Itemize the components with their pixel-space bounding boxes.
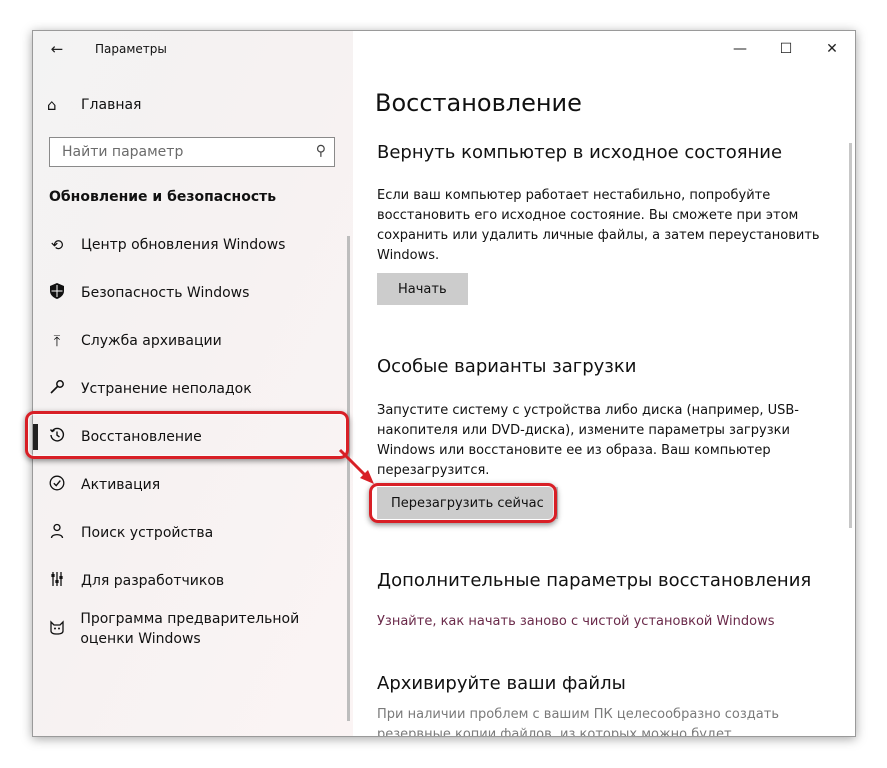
- annotation-arrow: [338, 448, 374, 484]
